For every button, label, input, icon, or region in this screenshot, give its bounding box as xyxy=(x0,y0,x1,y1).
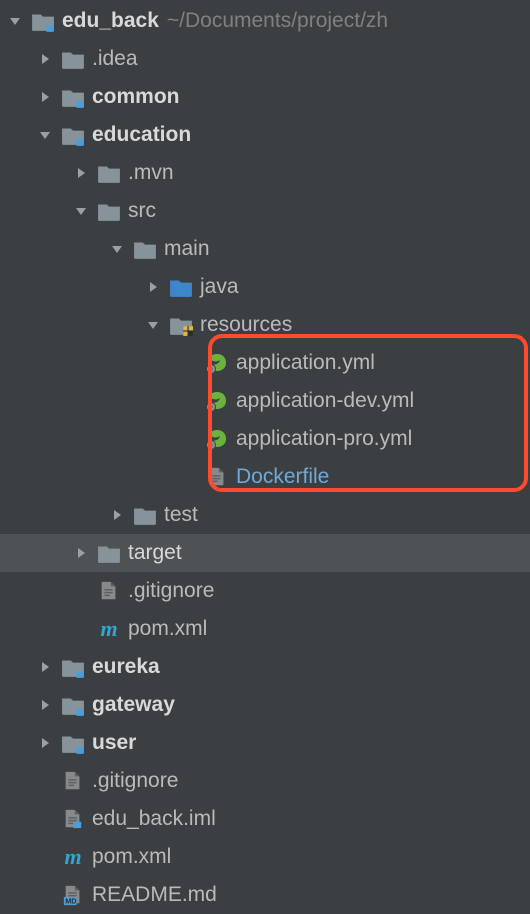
module-folder-icon xyxy=(60,654,86,680)
folder-icon xyxy=(132,236,158,262)
tree-row-gitignore-root[interactable]: .gitignore xyxy=(0,762,530,800)
root-path: ~/Documents/project/zh xyxy=(167,9,388,33)
tree-row-test[interactable]: test xyxy=(0,496,530,534)
item-label: .gitignore xyxy=(128,579,214,603)
maven-icon: m xyxy=(60,844,86,870)
chevron-right-icon[interactable] xyxy=(72,164,90,182)
item-label: user xyxy=(92,731,136,755)
tree-row-iml[interactable]: edu_back.iml xyxy=(0,800,530,838)
module-folder-icon xyxy=(60,122,86,148)
chevron-down-icon[interactable] xyxy=(144,316,162,334)
item-label: education xyxy=(92,123,191,147)
tree-row-readme[interactable]: README.md xyxy=(0,876,530,914)
tree-row-education[interactable]: education xyxy=(0,116,530,154)
folder-icon xyxy=(60,46,86,72)
spring-config-icon xyxy=(204,426,230,452)
item-label: pom.xml xyxy=(128,617,207,641)
item-label: target xyxy=(128,541,182,565)
chevron-right-icon[interactable] xyxy=(36,658,54,676)
chevron-down-icon[interactable] xyxy=(6,12,24,30)
tree-row-mvn[interactable]: .mvn xyxy=(0,154,530,192)
tree-row-application-pro-yml[interactable]: application-pro.yml xyxy=(0,420,530,458)
module-folder-icon xyxy=(60,692,86,718)
chevron-down-icon[interactable] xyxy=(36,126,54,144)
tree-row-user[interactable]: user xyxy=(0,724,530,762)
file-icon xyxy=(60,806,86,832)
tree-row-resources[interactable]: resources xyxy=(0,306,530,344)
file-icon xyxy=(204,464,230,490)
item-label: test xyxy=(164,503,198,527)
tree-row-target[interactable]: target xyxy=(0,534,530,572)
item-label: .idea xyxy=(92,47,138,71)
chevron-right-icon[interactable] xyxy=(36,88,54,106)
module-folder-icon xyxy=(60,730,86,756)
tree-row-src[interactable]: src xyxy=(0,192,530,230)
tree-row-root[interactable]: edu_back ~/Documents/project/zh xyxy=(0,2,530,40)
file-icon xyxy=(96,578,122,604)
folder-icon xyxy=(96,198,122,224)
chevron-right-icon[interactable] xyxy=(144,278,162,296)
item-label: java xyxy=(200,275,239,299)
chevron-down-icon[interactable] xyxy=(108,240,126,258)
item-label: eureka xyxy=(92,655,160,679)
source-folder-icon xyxy=(168,274,194,300)
tree-row-pom-education[interactable]: m pom.xml xyxy=(0,610,530,648)
item-label: edu_back.iml xyxy=(92,807,216,831)
module-folder-icon xyxy=(30,8,56,34)
chevron-right-icon[interactable] xyxy=(72,544,90,562)
item-label: .mvn xyxy=(128,161,174,185)
spring-config-icon xyxy=(204,350,230,376)
item-label: main xyxy=(164,237,210,261)
maven-icon: m xyxy=(96,616,122,642)
tree-row-application-yml[interactable]: application.yml xyxy=(0,344,530,382)
tree-row-gateway[interactable]: gateway xyxy=(0,686,530,724)
spring-config-icon xyxy=(204,388,230,414)
tree-row-gitignore-education[interactable]: .gitignore xyxy=(0,572,530,610)
item-label: .gitignore xyxy=(92,769,178,793)
chevron-right-icon[interactable] xyxy=(36,734,54,752)
root-name: edu_back xyxy=(62,9,159,33)
tree-row-application-dev-yml[interactable]: application-dev.yml xyxy=(0,382,530,420)
chevron-down-icon[interactable] xyxy=(72,202,90,220)
folder-icon xyxy=(96,160,122,186)
item-label: resources xyxy=(200,313,292,337)
tree-row-idea[interactable]: .idea xyxy=(0,40,530,78)
module-folder-icon xyxy=(60,84,86,110)
chevron-right-icon[interactable] xyxy=(108,506,126,524)
item-label: application-dev.yml xyxy=(236,389,414,413)
file-icon xyxy=(60,768,86,794)
item-label: README.md xyxy=(92,883,217,907)
tree-row-common[interactable]: common xyxy=(0,78,530,116)
item-label: application-pro.yml xyxy=(236,427,412,451)
item-label: Dockerfile xyxy=(236,465,329,489)
folder-icon xyxy=(132,502,158,528)
item-label: common xyxy=(92,85,180,109)
chevron-right-icon[interactable] xyxy=(36,50,54,68)
project-tree: edu_back ~/Documents/project/zh .idea co… xyxy=(0,0,530,914)
tree-row-dockerfile[interactable]: Dockerfile xyxy=(0,458,530,496)
item-label: src xyxy=(128,199,156,223)
chevron-right-icon[interactable] xyxy=(36,696,54,714)
excluded-folder-icon xyxy=(96,540,122,566)
markdown-file-icon xyxy=(60,882,86,908)
resources-folder-icon xyxy=(168,312,194,338)
tree-row-eureka[interactable]: eureka xyxy=(0,648,530,686)
tree-row-java[interactable]: java xyxy=(0,268,530,306)
tree-row-pom-root[interactable]: m pom.xml xyxy=(0,838,530,876)
item-label: gateway xyxy=(92,693,175,717)
item-label: application.yml xyxy=(236,351,375,375)
tree-row-main[interactable]: main xyxy=(0,230,530,268)
item-label: pom.xml xyxy=(92,845,171,869)
